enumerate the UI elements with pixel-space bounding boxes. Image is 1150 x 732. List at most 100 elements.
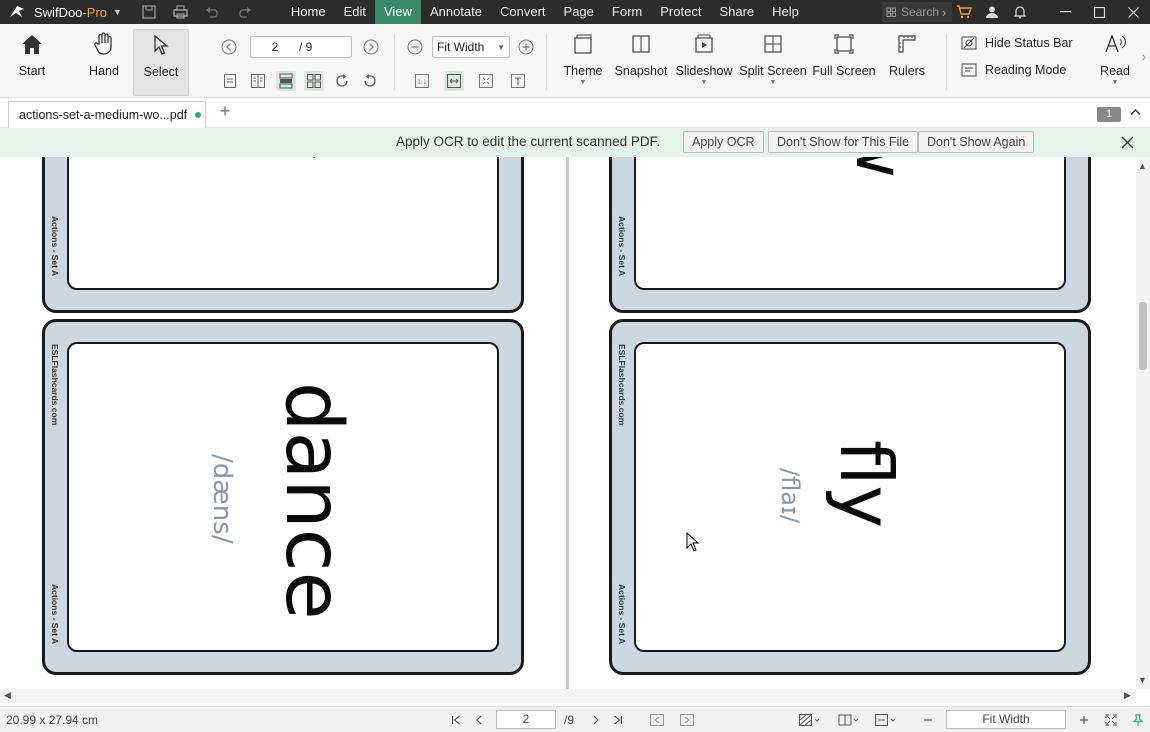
menu-help[interactable]: Help [763,0,808,24]
hand-tool-button[interactable]: Hand [84,30,124,78]
flashcard-word: fly [824,440,908,528]
minimize-button[interactable] [1048,0,1082,24]
save-icon[interactable] [138,1,160,23]
previous-view-icon[interactable] [649,712,665,728]
hide-status-bar-option[interactable]: Hide Status Bar [960,34,1073,52]
fit-page-icon[interactable] [476,71,496,91]
flashcard-fly: fly /flaɪ/ ESLFlashcards.com Actions - S… [609,319,1091,675]
read-button[interactable]: Read ▼ [1098,30,1132,86]
dont-show-file-button[interactable]: Don't Show for This File [768,131,919,153]
zoom-out-minus-icon[interactable] [920,712,936,728]
read-aloud-icon [1101,30,1129,58]
vertical-scroll-thumb[interactable] [1139,302,1147,370]
pin-icon[interactable] [1130,712,1146,728]
next-page-icon[interactable] [588,712,604,728]
add-tab-button[interactable]: + [216,102,234,122]
hide-status-bar-icon [960,34,978,52]
status-zoom-select[interactable]: Fit Width [946,710,1066,729]
document-viewport[interactable]: y Actions - Set A w Actions - Set A danc… [0,157,1136,689]
scroll-right-arrow-icon[interactable]: ▶ [1124,690,1131,701]
zoom-in-icon[interactable] [516,37,536,57]
start-button[interactable]: Start [12,30,52,78]
last-page-icon[interactable] [610,712,626,728]
apply-ocr-button[interactable]: Apply OCR [683,131,764,153]
snapshot-button[interactable]: Snapshot [615,30,667,78]
zoom-out-icon[interactable] [405,37,425,57]
reading-mode-label: Reading Mode [985,63,1067,77]
full-screen-button[interactable]: Full Screen [812,30,876,78]
title-bar-right: › [938,0,1150,24]
user-icon[interactable] [978,0,1006,24]
fit-visible-icon[interactable] [508,71,528,91]
rotate-clockwise-icon[interactable] [332,71,352,91]
document-tab-bar: actions-set-a-medium-wo...pdf + 1 [0,98,1150,128]
set-label-side: Actions - Set A [614,584,630,644]
menu-protect[interactable]: Protect [651,0,710,24]
fit-mode-icon[interactable] [874,712,898,728]
cart-icon[interactable] [950,0,978,24]
page-layout-icon[interactable] [837,712,861,728]
close-button[interactable] [1116,0,1150,24]
undo-icon[interactable] [202,1,224,23]
split-screen-button[interactable]: Split Screen ▼ [739,30,807,86]
zoom-select[interactable]: Fit Width ▼ [432,36,510,58]
two-page-continuous-icon[interactable] [304,71,324,91]
menu-home[interactable]: Home [282,0,335,24]
theme-button[interactable]: Theme ▼ [562,30,604,86]
maximize-button[interactable] [1082,0,1116,24]
status-page-input[interactable]: 2 [496,710,556,729]
two-page-icon[interactable] [248,71,268,91]
ribbon-scroll-right-icon[interactable]: › [1138,46,1150,66]
single-page-icon[interactable] [220,71,240,91]
menu-share[interactable]: Share [710,0,763,24]
zoom-in-plus-icon[interactable] [1076,712,1092,728]
actual-size-icon[interactable]: 1:1 [412,71,432,91]
hand-icon [90,30,118,58]
menu-form[interactable]: Form [603,0,651,24]
scroll-down-arrow-icon[interactable]: ▼ [1138,675,1147,685]
menu-convert[interactable]: Convert [491,0,555,24]
dont-show-again-button[interactable]: Don't Show Again [918,131,1035,153]
menu-page[interactable]: Page [555,0,603,24]
vertical-scrollbar[interactable]: ▲ ▼ [1136,157,1150,689]
horizontal-scrollbar[interactable]: ◀ ▶ [0,689,1136,703]
snapshot-icon [627,30,655,58]
scroll-left-arrow-icon[interactable]: ◀ [4,690,11,701]
select-tool-button[interactable]: Select [133,29,189,96]
bell-icon[interactable] [1006,0,1034,24]
fit-width-icon[interactable] [444,71,464,91]
brand-label: ESLFlashcards.com [617,344,627,426]
continuous-scroll-icon[interactable] [276,71,296,91]
menu-annotate[interactable]: Annotate [421,0,491,24]
slideshow-button[interactable]: Slideshow ▼ [676,30,733,86]
menu-edit[interactable]: Edit [335,0,375,24]
flashcard-phonetic: /dæns/ [207,454,237,544]
reading-mode-option[interactable]: Reading Mode [960,61,1066,79]
previous-page-icon[interactable] [219,37,239,57]
app-menu-caret-icon[interactable]: ▼ [113,7,122,17]
first-page-icon[interactable] [448,712,464,728]
menu-view[interactable]: View [375,0,421,24]
document-tab[interactable]: actions-set-a-medium-wo...pdf [8,101,206,128]
rulers-button[interactable]: Rulers [886,30,928,78]
theme-icon [569,30,597,58]
rotate-counterclockwise-icon[interactable] [360,71,380,91]
background-fill-icon[interactable] [798,712,822,728]
collapse-ribbon-chevron-up-icon[interactable] [1130,107,1141,119]
page-current: 2 [271,40,279,54]
next-view-icon[interactable] [679,712,695,728]
next-page-icon[interactable] [361,37,381,57]
search-expand-chevron-icon[interactable]: › [938,0,950,24]
redo-icon[interactable] [234,1,256,23]
status-bar: 20.99 x 27.94 cm 2 /9 Fit Width [0,706,1150,732]
read-dropdown-icon: ▼ [1111,79,1119,86]
expand-icon[interactable] [1103,712,1119,728]
page-number-input[interactable]: 2 / 9 [250,36,352,58]
print-icon[interactable] [170,1,192,23]
close-banner-icon[interactable] [1118,133,1136,151]
prev-page-icon[interactable] [471,712,487,728]
quick-access-toolbar [138,1,256,23]
app-logo[interactable]: SwifDoo-Pro ▼ [0,0,122,24]
scroll-up-arrow-icon[interactable]: ▲ [1138,161,1147,171]
search-placeholder: Search [901,5,940,19]
